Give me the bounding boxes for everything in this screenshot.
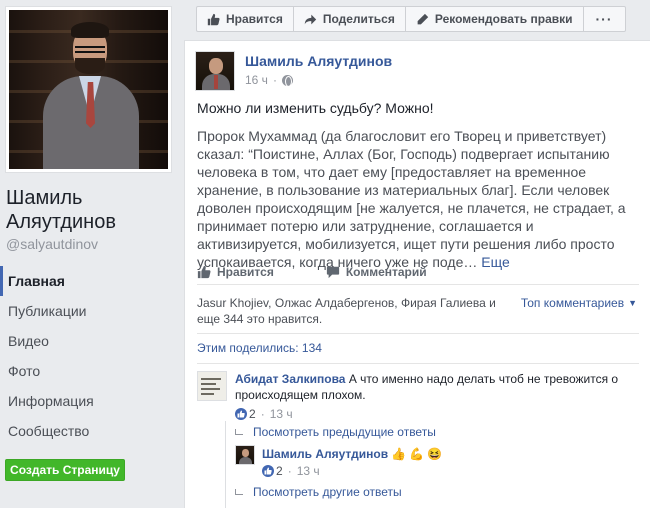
create-page-button[interactable]: Создать Страницу — [5, 459, 125, 481]
view-previous-replies-label: Посмотреть предыдущие ответы — [253, 425, 436, 439]
post-timestamp-row: 16 ч · — [245, 73, 293, 87]
view-previous-replies[interactable]: Посмотреть предыдущие ответы — [235, 425, 436, 439]
shares-link[interactable]: Этим поделились: 134 — [197, 341, 322, 355]
view-more-replies-label: Посмотреть другие ответы — [253, 485, 402, 499]
divider — [197, 333, 639, 334]
page-nav: Главная Публикации Видео Фото Информация… — [0, 266, 176, 446]
thumbs-up-emoji: 👍 — [391, 447, 407, 461]
share-arrow-icon — [304, 14, 317, 24]
post-headline: Можно ли изменить судьбу? Можно! — [197, 100, 434, 116]
nav-item-home[interactable]: Главная — [0, 266, 176, 296]
reply-author-avatar[interactable] — [235, 445, 255, 465]
left-column: Шамиль Аляутдинов @salyautdinov Главная … — [0, 0, 176, 508]
post-time[interactable]: 16 ч — [245, 73, 268, 87]
page-like-label: Нравится — [226, 12, 283, 26]
nav-item-photos[interactable]: Фото — [0, 356, 176, 386]
page-share-label: Поделиться — [322, 12, 395, 26]
profile-picture[interactable] — [5, 6, 172, 173]
post-text: Можно ли изменить судьбу? Можно! Пророк … — [197, 99, 637, 281]
comment-action-label: Комментарий — [345, 264, 427, 279]
reply-author[interactable]: Шамиль Аляутдинов — [262, 446, 388, 462]
page-title[interactable]: Шамиль Аляутдинов — [6, 186, 176, 234]
reply-meta: 2 · 13 ч — [262, 464, 320, 478]
comment-sort-label: Топ комментариев — [520, 296, 625, 310]
post-author[interactable]: Шамиль Аляутдинов — [245, 53, 392, 69]
post-body: Пророк Мухаммад (да благословит его Твор… — [197, 128, 626, 270]
like-reaction-icon — [262, 465, 274, 477]
flexed-biceps-emoji: 💪 — [409, 447, 425, 461]
comment-bubble-icon — [326, 266, 339, 278]
suggest-edits-button[interactable]: Рекомендовать правки — [405, 6, 584, 32]
nav-item-video[interactable]: Видео — [0, 326, 176, 356]
page-share-button[interactable]: Поделиться — [293, 6, 406, 32]
commenter-avatar[interactable] — [197, 371, 227, 401]
globe-icon — [281, 74, 293, 87]
likes-summary: Jasur Khojiev, Олжас Алдабергенов, Фирая… — [197, 295, 637, 327]
profile-photo — [9, 10, 168, 169]
like-reaction-icon — [235, 408, 247, 420]
comment-body: Абидат Залкипова А что именно надо делат… — [235, 371, 635, 403]
comment-time[interactable]: 13 ч — [270, 407, 293, 421]
post-actions: Нравится Комментарий — [197, 259, 639, 285]
comment-like-count[interactable]: 2 — [249, 407, 256, 421]
likes-text[interactable]: Jasur Khojiev, Олжас Алдабергенов, Фирая… — [197, 295, 517, 327]
page-like-button[interactable]: Нравится — [196, 6, 294, 32]
laughing-emoji: 😆 — [427, 447, 442, 461]
nav-item-community[interactable]: Сообщество — [0, 416, 176, 446]
comment-sort-dropdown[interactable]: Топ комментариев ▼ — [521, 295, 637, 311]
reply-like-count[interactable]: 2 — [276, 464, 283, 478]
divider — [197, 363, 639, 364]
reply-arrow-icon — [235, 489, 243, 495]
like-action-label: Нравится — [217, 264, 274, 279]
comment-button[interactable]: Комментарий — [326, 265, 427, 279]
more-dots-icon: ··· — [595, 11, 613, 27]
comment-author[interactable]: Абидат Залкипова — [235, 372, 345, 386]
nav-item-posts[interactable]: Публикации — [0, 296, 176, 326]
pencil-icon — [417, 13, 429, 24]
reply-body: Шамиль Аляутдинов 👍 💪 😆 — [262, 446, 442, 462]
nav-item-about[interactable]: Информация — [0, 386, 176, 416]
suggest-edits-label: Рекомендовать правки — [434, 12, 573, 26]
reply-thread-line — [225, 421, 226, 508]
caret-down-icon: ▼ — [628, 298, 637, 308]
thumbs-up-icon — [207, 13, 220, 25]
page-action-bar: Нравится Поделиться Рекомендовать правки… — [196, 6, 626, 32]
comment-meta: 2 · 13 ч — [235, 407, 293, 421]
reply-arrow-icon — [235, 429, 243, 435]
author-avatar[interactable] — [195, 51, 235, 91]
like-button[interactable]: Нравится — [197, 265, 274, 279]
view-more-replies[interactable]: Посмотреть другие ответы — [235, 485, 402, 499]
post-card: Шамиль Аляутдинов 16 ч · Можно ли измени… — [184, 40, 650, 508]
more-options-button[interactable]: ··· — [583, 6, 626, 32]
thumbs-up-icon — [197, 265, 211, 278]
reply-time[interactable]: 13 ч — [297, 464, 320, 478]
page-handle[interactable]: @salyautdinov — [6, 236, 98, 252]
